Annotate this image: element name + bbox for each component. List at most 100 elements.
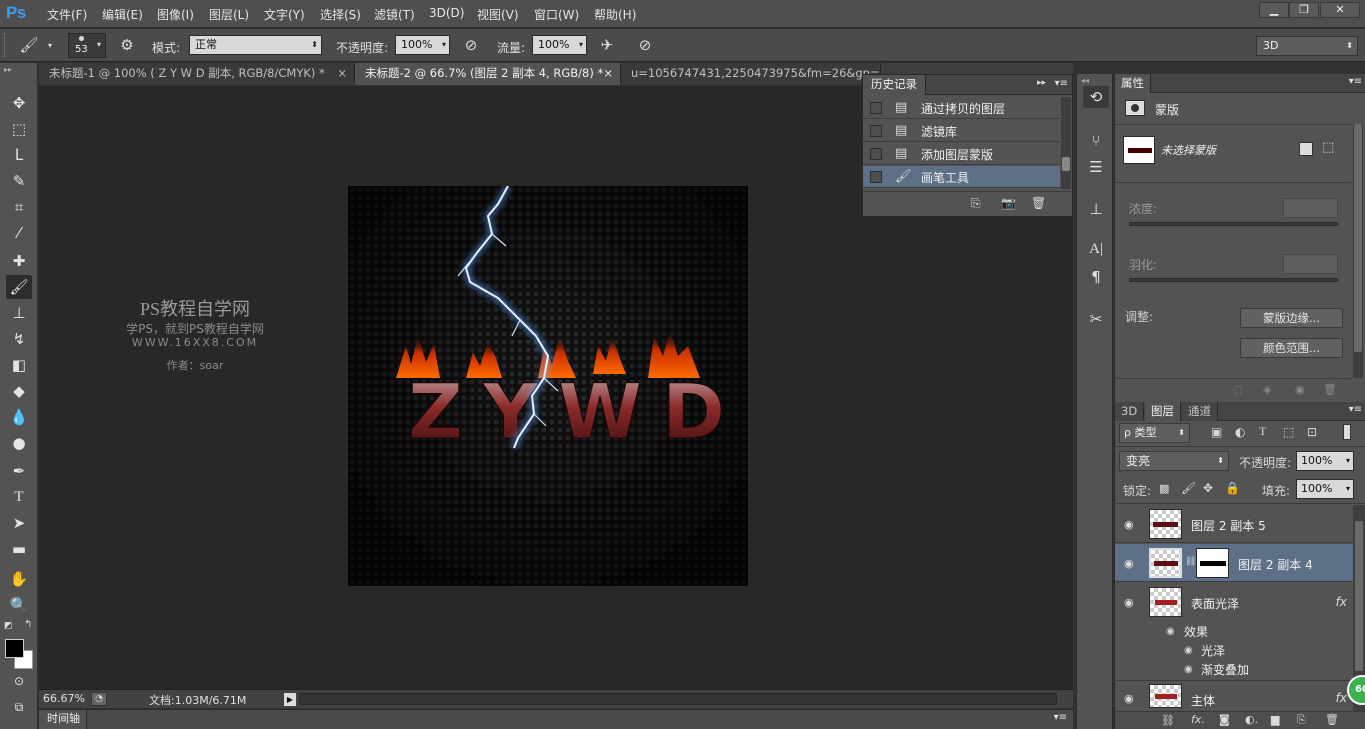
- new-layer-icon[interactable]: ⎘: [1297, 713, 1306, 727]
- trash-icon[interactable]: 🗑: [1031, 196, 1046, 210]
- scroll-thumb[interactable]: [1355, 521, 1363, 671]
- menu-layer[interactable]: 图层(L): [209, 6, 249, 23]
- filter-toggle[interactable]: [1343, 424, 1351, 440]
- visibility-icon[interactable]: ◉: [1295, 383, 1305, 396]
- zoom-level[interactable]: 66.67%: [43, 692, 85, 705]
- effect-satin[interactable]: 光泽: [1201, 642, 1225, 659]
- menu-help[interactable]: 帮助(H): [594, 6, 636, 23]
- lock-pixels-icon[interactable]: 🖌: [1181, 481, 1196, 495]
- lock-all-icon[interactable]: 🔒: [1225, 481, 1240, 495]
- history-item[interactable]: ▤ 滤镜库: [863, 120, 1060, 142]
- default-colors-icon[interactable]: ◩: [4, 621, 13, 631]
- foreground-color-swatch[interactable]: [5, 639, 24, 658]
- add-mask-icon[interactable]: ◙: [1219, 713, 1230, 726]
- close-tab-icon[interactable]: ×: [603, 63, 613, 84]
- quick-select-tool-icon[interactable]: ✎: [6, 169, 32, 193]
- mask-thumbnail[interactable]: [1196, 548, 1229, 578]
- menu-view[interactable]: 视图(V): [477, 6, 519, 23]
- new-group-icon[interactable]: ▆: [1271, 713, 1279, 726]
- adjustment-layer-icon[interactable]: ◐.: [1245, 713, 1258, 726]
- layer-row[interactable]: ◉ 表面光泽 fx: [1115, 583, 1353, 621]
- workspace-select[interactable]: 3D ⬍: [1256, 36, 1358, 56]
- grip-handle[interactable]: [4, 33, 8, 57]
- preset-dropdown-arrow-icon[interactable]: ▾: [48, 41, 52, 50]
- move-tool-icon[interactable]: ✥: [6, 91, 32, 115]
- status-menu-arrow-icon[interactable]: ▶: [284, 693, 296, 706]
- menu-type[interactable]: 文字(Y): [264, 6, 305, 23]
- history-snapshot-checkbox[interactable]: [870, 125, 882, 137]
- menu-edit[interactable]: 编辑(E): [102, 6, 143, 23]
- density-input[interactable]: [1283, 198, 1338, 218]
- lasso-tool-icon[interactable]: ᒪ: [6, 143, 32, 167]
- layer-row[interactable]: ◉ 图层 2 副本 5: [1115, 505, 1353, 543]
- clone-stamp-tool-icon[interactable]: ⊥: [6, 301, 32, 325]
- eye-icon[interactable]: ◉: [1124, 557, 1134, 570]
- swap-colors-icon[interactable]: ↰: [24, 619, 32, 630]
- selection-from-mask-icon[interactable]: ◌: [1233, 383, 1243, 396]
- pixel-filter-icon[interactable]: ▣: [1211, 425, 1222, 439]
- density-slider[interactable]: [1129, 222, 1338, 226]
- rectangle-tool-icon[interactable]: ▬: [6, 537, 32, 561]
- menu-filter[interactable]: 滤镜(T): [374, 6, 415, 23]
- document-canvas[interactable]: ZYWD: [348, 186, 748, 586]
- eye-icon[interactable]: ◉: [1184, 645, 1193, 656]
- menu-3d[interactable]: 3D(D): [429, 6, 464, 20]
- smart-object-filter-icon[interactable]: ⊡: [1307, 425, 1317, 439]
- adjustments-icon[interactable]: ☰: [1083, 156, 1109, 178]
- layer-name[interactable]: 图层 2 副本 5: [1191, 517, 1266, 534]
- properties-scrollbar[interactable]: [1353, 124, 1363, 378]
- adjustment-filter-icon[interactable]: ◐: [1235, 425, 1245, 439]
- lock-position-icon[interactable]: ✥: [1203, 481, 1213, 495]
- apply-mask-icon[interactable]: ◈: [1263, 383, 1271, 396]
- history-item[interactable]: ▤ 通过拷贝的图层: [863, 97, 1060, 119]
- path-select-tool-icon[interactable]: ➤: [6, 511, 32, 535]
- close-window-button[interactable]: ✕: [1320, 2, 1360, 18]
- feather-slider[interactable]: [1129, 278, 1338, 282]
- brush-tool-preset-icon[interactable]: 🖌: [18, 34, 40, 56]
- shape-filter-icon[interactable]: ⬚: [1283, 425, 1294, 439]
- airbrush-icon[interactable]: ✈: [596, 34, 618, 56]
- blur-tool-icon[interactable]: 💧: [6, 405, 32, 429]
- tab-channels[interactable]: 通道: [1182, 402, 1218, 421]
- history-scrollbar[interactable]: [1061, 97, 1071, 189]
- history-snapshot-checkbox[interactable]: [870, 148, 882, 160]
- link-layers-icon[interactable]: ⛓: [1161, 714, 1175, 727]
- hand-tool-icon[interactable]: ✋: [6, 567, 32, 591]
- pressure-size-icon[interactable]: ⊘: [634, 34, 656, 56]
- camera-icon[interactable]: 📷: [1001, 196, 1016, 210]
- history-snapshot-checkbox[interactable]: [870, 102, 882, 114]
- trash-icon[interactable]: 🗑: [1325, 713, 1339, 726]
- healing-brush-tool-icon[interactable]: ✚: [6, 249, 32, 273]
- menu-window[interactable]: 窗口(W): [534, 6, 579, 23]
- pen-tool-icon[interactable]: ✒: [6, 459, 32, 483]
- collapse-arrows-icon[interactable]: ▸▸: [4, 65, 12, 74]
- scroll-thumb[interactable]: [1062, 157, 1070, 171]
- layer-row-selected[interactable]: ◉ ⛓ 图层 2 副本 4: [1115, 544, 1353, 582]
- tab-3d[interactable]: 3D: [1115, 402, 1145, 421]
- lock-transparency-icon[interactable]: ▩: [1159, 482, 1169, 495]
- type-tool-icon[interactable]: T: [6, 485, 32, 509]
- collapse-panel-icon[interactable]: ▸▸: [1037, 78, 1046, 88]
- brush-panel-toggle-icon[interactable]: ⚙: [116, 34, 138, 56]
- timeline-tab[interactable]: 时间轴: [39, 710, 87, 729]
- flow-input[interactable]: 100% ▾: [532, 35, 587, 55]
- paint-bucket-tool-icon[interactable]: ◆: [6, 379, 32, 403]
- mask-edge-button[interactable]: 蒙版边缘...: [1240, 308, 1343, 328]
- panel-menu-icon[interactable]: ▾≡: [1349, 76, 1362, 87]
- tool-presets-icon[interactable]: ✂: [1083, 308, 1109, 330]
- menu-file[interactable]: 文件(F): [47, 6, 87, 23]
- add-style-icon[interactable]: fx.: [1191, 713, 1205, 726]
- paragraph-panel-icon[interactable]: ¶: [1083, 266, 1109, 288]
- tab-layers[interactable]: 图层: [1145, 402, 1181, 421]
- history-snapshot-checkbox[interactable]: [870, 171, 882, 183]
- feather-input[interactable]: [1283, 254, 1338, 274]
- fx-icon[interactable]: fx: [1336, 595, 1347, 609]
- collapse-arrows-icon[interactable]: ◂◂: [1081, 76, 1089, 85]
- horizontal-scrollbar[interactable]: [299, 693, 1057, 705]
- history-tab[interactable]: 历史记录: [863, 75, 926, 95]
- blend-mode-select[interactable]: 变亮 ⬍: [1119, 451, 1229, 471]
- mode-select[interactable]: 正常 ⬍: [189, 35, 322, 55]
- vector-mask-icon[interactable]: ⬚: [1322, 140, 1334, 155]
- opacity-input[interactable]: 100% ▾: [395, 35, 450, 55]
- history-item[interactable]: ▤ 添加图层蒙版: [863, 143, 1060, 165]
